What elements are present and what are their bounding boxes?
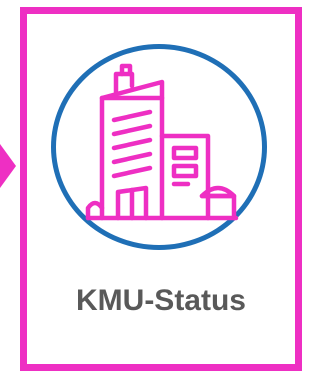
kmu-status-tile: KMU-Status — [0, 0, 322, 380]
card-title: KMU-Status — [76, 284, 246, 317]
arrow-pointer-icon — [0, 144, 16, 188]
office-building-icon — [85, 63, 239, 221]
